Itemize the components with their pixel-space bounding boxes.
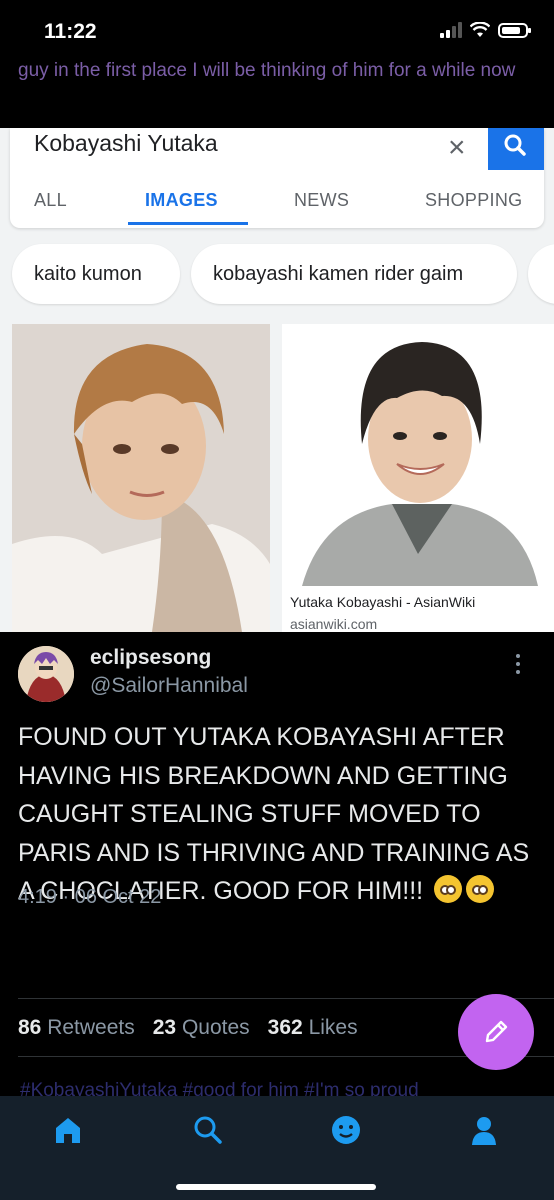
pleading-face-emoji — [466, 875, 495, 903]
wifi-icon — [470, 22, 490, 37]
tab-home[interactable] — [48, 1110, 88, 1150]
likes-stat[interactable]: 362 Likes — [268, 1016, 358, 1040]
suggestion-chip: kobayashi kamen rider gaim — [191, 244, 517, 304]
image-result-photo — [12, 324, 270, 632]
tweet-text: FOUND OUT YUTAKA KOBAYASHI AFTER HAVING … — [18, 718, 538, 911]
image-result-title: Yutaka Kobayashi - AsianWiki — [290, 594, 476, 610]
more-options-icon[interactable] — [516, 654, 522, 674]
close-icon: × — [448, 131, 466, 164]
search-icon — [504, 134, 526, 156]
avatar-image — [18, 646, 74, 702]
quotes-stat[interactable]: 23 Quotes — [153, 1016, 250, 1040]
tweet-timestamp[interactable]: 4:19 · 06 Oct 22 — [18, 886, 161, 909]
image-result-source: asianwiki.com — [290, 616, 378, 632]
portrait-photo — [12, 324, 270, 632]
tab-all: ALL — [34, 190, 67, 210]
suggestion-chip: kaito kumon — [12, 244, 180, 304]
search-card: Kobayashi Yutaka × ALL IMAGES NEWS SHOPP… — [10, 128, 544, 228]
active-tab-indicator — [128, 222, 248, 225]
tab-profile[interactable] — [464, 1110, 504, 1150]
status-bar: 11:22 — [0, 0, 554, 64]
home-icon — [56, 1118, 80, 1143]
profile-icon — [472, 1117, 496, 1145]
image-result-card: Yutaka Kobayashi - AsianWiki asianwiki.c… — [282, 324, 554, 632]
tweet-stats: 86 Retweets 23 Quotes 362 Likes — [18, 1016, 358, 1040]
tab-shopping: SHOPPING — [425, 190, 523, 210]
user-handle[interactable]: @SailorHannibal — [90, 674, 248, 698]
spaces-icon — [332, 1116, 360, 1144]
tab-news: NEWS — [294, 190, 350, 210]
search-query: Kobayashi Yutaka — [34, 130, 218, 156]
status-icons — [440, 22, 531, 38]
compose-icon — [485, 1020, 508, 1043]
tab-search[interactable] — [188, 1110, 228, 1150]
tab-spaces[interactable] — [326, 1110, 366, 1150]
pleading-face-emoji — [434, 875, 463, 903]
home-indicator — [176, 1184, 376, 1190]
tab-images: IMAGES — [145, 190, 218, 210]
display-name[interactable]: eclipsesong — [90, 646, 211, 670]
battery-icon — [498, 22, 531, 38]
retweets-stat[interactable]: 86 Retweets — [18, 1016, 135, 1040]
compose-button[interactable] — [458, 994, 534, 1070]
divider — [18, 998, 554, 999]
suggestion-chip-partial — [528, 244, 554, 304]
portrait-photo — [282, 324, 554, 586]
tweet: eclipsesong @SailorHannibal FOUND OUT YU… — [0, 632, 554, 1058]
search-tabs: ALL IMAGES NEWS SHOPPING — [10, 182, 544, 226]
signal-icon — [440, 22, 462, 38]
search-icon — [194, 1116, 222, 1144]
search-button — [488, 128, 544, 170]
tweet-image-screenshot[interactable]: Kobayashi Yutaka × ALL IMAGES NEWS SHOPP… — [0, 128, 554, 632]
status-time: 11:22 — [44, 20, 97, 43]
avatar[interactable] — [18, 646, 74, 702]
previous-tweet-text: guy in the first place I will be thinkin… — [18, 60, 516, 81]
